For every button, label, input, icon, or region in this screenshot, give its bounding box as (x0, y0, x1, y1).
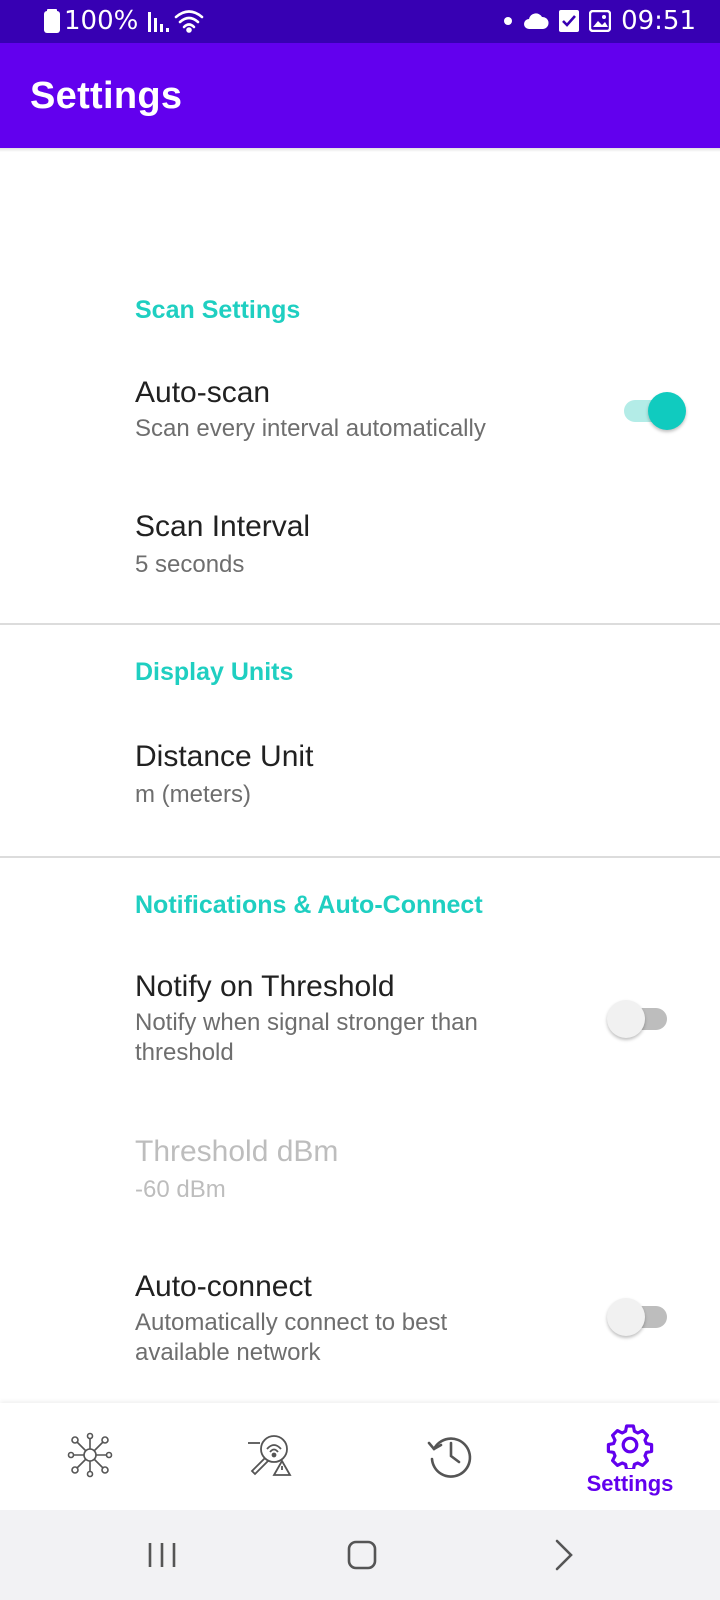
divider (0, 623, 720, 625)
divider (0, 856, 720, 858)
pref-auto-connect-summary-line2: available network (135, 1339, 321, 1366)
status-left: 100% (44, 6, 204, 36)
system-navigation-bar (0, 1510, 720, 1600)
pref-scan-interval-summary: 5 seconds (135, 551, 245, 578)
home-icon (347, 1540, 377, 1570)
clock: 09:51 (621, 6, 696, 36)
wifi-icon (174, 9, 204, 33)
pref-threshold-dbm: Threshold dBm -60 dBm (0, 1113, 720, 1233)
nav-item-scan[interactable] (180, 1403, 360, 1510)
pref-threshold-dbm-title: Threshold dBm (135, 1135, 339, 1168)
pref-notify-threshold-summary-line1: Notify when signal stronger than (135, 1009, 478, 1036)
pref-distance-unit-summary: m (meters) (135, 781, 251, 808)
settings-list[interactable]: Scan Settings Auto-scan Scan every inter… (0, 148, 720, 1403)
dot-icon (503, 16, 513, 26)
pref-auto-connect-title: Auto-connect (135, 1270, 312, 1303)
switch-thumb (607, 1298, 645, 1336)
pref-distance-unit[interactable]: Distance Unit m (meters) (0, 718, 720, 838)
check-box-icon (559, 10, 580, 32)
app-bar: Settings (0, 43, 720, 148)
pref-auto-scan-title: Auto-scan (135, 376, 271, 409)
pref-notify-threshold[interactable]: Notify on Threshold Notify when signal s… (0, 948, 720, 1098)
pref-scan-interval-title: Scan Interval (135, 510, 311, 543)
notify-threshold-switch[interactable] (607, 996, 671, 1038)
category-scan-settings: Scan Settings (135, 296, 301, 324)
battery-icon (44, 9, 60, 33)
phone-screen: 100% 09:51 Settings Scan Settings Auto-s… (0, 0, 720, 1600)
pref-auto-connect[interactable]: Auto-connect Automatically connect to be… (0, 1248, 720, 1398)
scan-search-icon (248, 1435, 292, 1476)
pref-notify-threshold-summary-line2: threshold (135, 1039, 234, 1066)
switch-thumb (607, 1000, 645, 1038)
pref-threshold-dbm-summary: -60 dBm (135, 1176, 226, 1203)
pref-distance-unit-title: Distance Unit (135, 740, 314, 773)
pref-auto-scan-summary: Scan every interval automatically (135, 415, 486, 442)
pref-auto-connect-summary-line1: Automatically connect to best (135, 1309, 448, 1336)
nav-item-settings[interactable]: Settings (540, 1403, 720, 1510)
back-button[interactable] (535, 1530, 595, 1580)
image-icon (589, 10, 612, 32)
signal-icon (148, 10, 170, 32)
pref-scan-interval[interactable]: Scan Interval 5 seconds (0, 488, 720, 608)
category-notifications: Notifications & Auto-Connect (135, 891, 483, 919)
switch-thumb (648, 392, 686, 430)
page-title: Settings (30, 75, 183, 117)
category-display-units: Display Units (135, 658, 294, 686)
auto-scan-switch[interactable] (618, 388, 686, 430)
auto-connect-switch[interactable] (607, 1294, 671, 1336)
gear-icon (606, 1424, 654, 1469)
nav-label-settings: Settings (586, 1471, 674, 1496)
recent-apps-button[interactable] (132, 1530, 192, 1580)
chevron-right-icon (555, 1539, 573, 1571)
pref-auto-scan[interactable]: Auto-scan Scan every interval automatica… (0, 348, 720, 466)
battery-percent: 100% (64, 6, 139, 36)
bottom-navigation: Settings (0, 1403, 720, 1510)
nav-item-history[interactable] (360, 1403, 540, 1510)
history-icon (427, 1437, 472, 1478)
status-bar: 100% 09:51 (0, 0, 720, 43)
cloud-icon (523, 11, 549, 31)
nav-item-networks[interactable] (0, 1403, 180, 1510)
home-button[interactable] (332, 1530, 392, 1580)
recent-apps-icon (148, 1543, 176, 1567)
status-right: 09:51 (503, 6, 696, 36)
pref-notify-threshold-title: Notify on Threshold (135, 970, 395, 1003)
network-nodes-icon (67, 1432, 113, 1478)
